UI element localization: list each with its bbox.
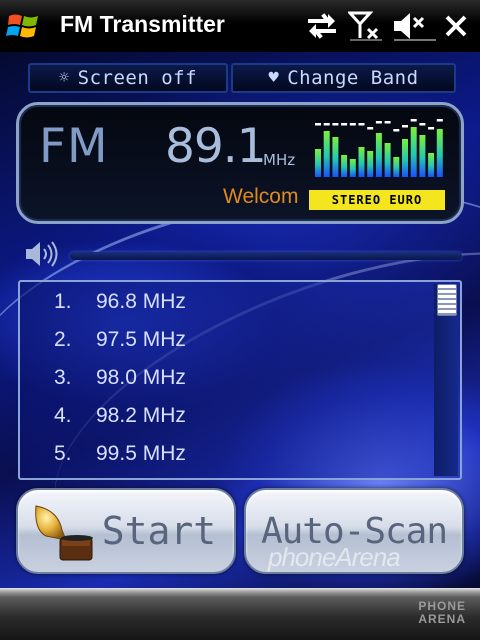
start-button[interactable]: Start — [16, 488, 236, 574]
equalizer-peak — [384, 121, 391, 124]
scroll-thumb[interactable] — [437, 284, 457, 316]
windows-start-icon[interactable] — [6, 8, 42, 44]
equalizer-bar — [323, 131, 330, 177]
title-bar: FM Transmitter — [0, 0, 480, 52]
equalizer-bar — [375, 133, 382, 177]
preset-item[interactable]: 5. 99.5 MHz — [20, 434, 430, 472]
equalizer-peak — [402, 125, 408, 128]
preset-item[interactable]: 1. 96.8 MHz — [20, 282, 430, 320]
softkey-bar: PHONE ARENA — [0, 588, 480, 640]
volume-slider[interactable] — [70, 252, 462, 260]
equalizer-peak — [349, 123, 356, 126]
stereo-badge: STEREO EURO — [309, 190, 445, 210]
preset-item[interactable]: 4. 98.2 MHz — [20, 396, 430, 434]
window-title: FM Transmitter — [60, 11, 225, 37]
equalizer-peak — [341, 123, 348, 126]
preset-list: 1. 96.8 MHz 2. 97.5 MHz 3. 98.0 MHz 4. 9… — [18, 280, 462, 480]
preset-item[interactable]: 3. 98.0 MHz — [20, 358, 430, 396]
rds-text: Welcom — [223, 185, 299, 208]
speaker-muted-icon[interactable] — [392, 10, 436, 42]
volume-icon[interactable] — [24, 240, 64, 268]
equalizer-peak — [358, 123, 365, 126]
equalizer-peak — [436, 119, 443, 122]
equalizer-bar — [358, 147, 365, 177]
equalizer-peak — [367, 127, 374, 130]
start-label: Start — [101, 509, 217, 553]
close-icon[interactable] — [444, 10, 468, 42]
equalizer-bar — [349, 159, 356, 177]
equalizer-peak — [323, 123, 330, 126]
equalizer-peak — [393, 129, 400, 132]
frequency-value: 89.1 — [165, 119, 267, 174]
frequency-unit: MHz — [263, 151, 296, 169]
preset-scrollbar[interactable] — [434, 284, 458, 476]
preset-item[interactable]: 2. 97.5 MHz — [20, 320, 430, 358]
equalizer-bar — [436, 129, 443, 177]
change-band-button[interactable]: ♥ Change Band — [231, 63, 456, 93]
equalizer-peak — [375, 121, 382, 124]
gramophone-icon — [35, 505, 93, 561]
equalizer-peak — [410, 119, 417, 122]
screen-off-label: Screen off — [77, 67, 198, 89]
equalizer-bar — [402, 139, 408, 177]
equalizer-bar — [393, 157, 400, 177]
equalizer-peak — [332, 123, 339, 126]
main-panel: ☼ Screen off ♥ Change Band FM 89.1 MHz W… — [0, 52, 480, 588]
equalizer-peak — [315, 123, 321, 126]
equalizer-bar — [410, 127, 417, 177]
sun-icon: ☼ — [58, 68, 70, 88]
equalizer-bar — [419, 135, 426, 177]
connectivity-icon[interactable] — [306, 10, 338, 42]
equalizer-bar — [332, 137, 339, 177]
equalizer-peak — [428, 127, 435, 130]
watermark: phoneArena — [268, 542, 401, 572]
heart-icon: ♥ — [268, 68, 280, 88]
equalizer-visualizer — [315, 119, 443, 177]
band-label: FM — [39, 119, 109, 174]
equalizer-peak — [419, 123, 426, 126]
equalizer-bar — [367, 151, 374, 177]
screen-off-button[interactable]: ☼ Screen off — [28, 63, 228, 93]
equalizer-bar — [341, 155, 348, 177]
no-signal-icon[interactable] — [348, 10, 382, 42]
equalizer-bar — [384, 143, 391, 177]
change-band-label: Change Band — [287, 67, 419, 89]
equalizer-bar — [428, 153, 435, 177]
equalizer-bar — [315, 149, 321, 177]
softbar-logo: PHONE ARENA — [418, 599, 466, 626]
frequency-display: FM 89.1 MHz Welcom STEREO EURO — [16, 102, 464, 224]
